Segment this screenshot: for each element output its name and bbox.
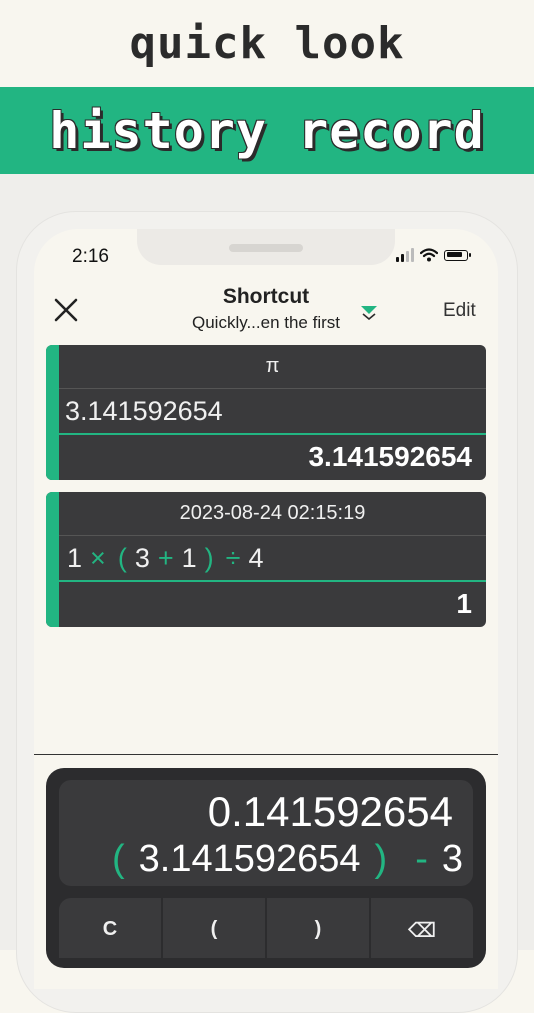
open-paren-key[interactable]: (: [163, 898, 265, 958]
keypad-row: C ( ) ⌫: [59, 898, 473, 958]
expr-paren: (: [117, 542, 127, 573]
status-icons: [396, 248, 471, 262]
card-accent: [46, 492, 59, 627]
close-paren-key[interactable]: ): [267, 898, 369, 958]
status-time: 2:16: [72, 246, 109, 267]
history-card-result: 3.141592654: [308, 441, 472, 472]
signal-icon: [396, 248, 414, 262]
clear-key[interactable]: C: [59, 898, 161, 958]
history-card-expression: 3.141592654: [59, 389, 486, 435]
history-card-header: π: [59, 345, 486, 389]
expr-operator: ×: [90, 542, 106, 573]
history-card-result: 1: [456, 588, 472, 619]
expr-operator: ÷: [225, 542, 241, 573]
expr-paren: ): [374, 838, 388, 880]
expr-number: 4: [248, 542, 264, 573]
wifi-icon: [420, 248, 438, 262]
history-card-timestamp: 2023-08-24 02:15:19: [59, 492, 486, 536]
page-title: Shortcut: [222, 285, 310, 308]
header-title-group: Shortcut Quickly...en the first: [160, 285, 372, 333]
history-card-expression: 1 × ( 3 + 1 ) ÷ 4: [59, 536, 486, 582]
display-expression: ( 3.141592654 ) - 3: [98, 838, 463, 881]
history-card[interactable]: 2023-08-24 02:15:19 1 × ( 3 + 1 ) ÷ 4 1: [46, 492, 486, 627]
edit-button[interactable]: Edit: [443, 300, 476, 322]
battery-icon: [444, 249, 471, 261]
card-accent: [46, 345, 59, 480]
section-divider: [34, 754, 498, 755]
expr-number: 3.141592654: [138, 838, 361, 880]
promo-caption-bar: quick look: [0, 0, 534, 87]
display-result: 0.141592654: [207, 788, 453, 835]
backspace-key[interactable]: ⌫: [371, 898, 473, 958]
phone-speaker: [229, 244, 303, 252]
expr-paren: (: [111, 838, 125, 880]
expr-number: 1: [67, 542, 83, 573]
promo-title-bar: history record: [0, 87, 534, 174]
calculator-display: 0.141592654 ( 3.141592654 ) - 3: [59, 780, 473, 886]
expr-number: 1: [181, 542, 197, 573]
history-card[interactable]: π 3.141592654 3.141592654: [46, 345, 486, 480]
dropdown-toggle-icon[interactable]: [359, 304, 379, 320]
expr-number: 3: [441, 838, 463, 880]
promo-title: history record: [49, 101, 485, 160]
expr-paren: ): [204, 542, 214, 573]
page-subtitle: Quickly...en the first: [191, 313, 340, 332]
expr-number: 3: [134, 542, 150, 573]
expr-operator: +: [157, 542, 174, 573]
promo-caption: quick look: [129, 18, 405, 69]
expr-operator: -: [415, 838, 428, 880]
close-icon[interactable]: [52, 296, 80, 324]
